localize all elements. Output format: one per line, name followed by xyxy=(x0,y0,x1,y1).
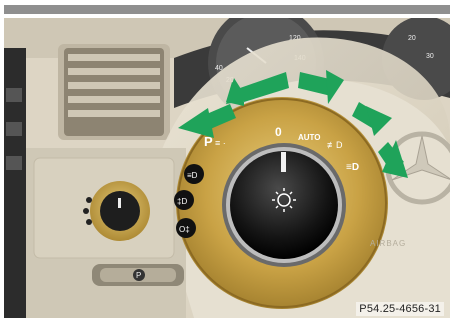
position-auto: AUTO xyxy=(298,133,321,142)
right-gauge-tick-20: 20 xyxy=(408,35,416,42)
grey-header-stripe xyxy=(4,5,450,14)
cockpit-illustration: 40 20 120 140 20 30 P P ≡ · 0 xyxy=(4,18,450,318)
position-high-beam: ≡D xyxy=(346,162,359,173)
headlamp-switch-photo: 40 20 120 140 20 30 P P ≡ · 0 xyxy=(4,18,450,318)
parking-brake-release: P xyxy=(92,264,184,286)
knob-pointer xyxy=(281,152,286,172)
air-vent xyxy=(58,44,170,140)
svg-text:‡D: ‡D xyxy=(177,197,187,206)
right-gauge-tick-30: 30 xyxy=(426,53,434,60)
svg-text:≡ ·: ≡ · xyxy=(215,138,226,148)
position-off: 0 xyxy=(275,125,282,139)
headlamp-rotary-knob xyxy=(222,143,346,267)
airbag-label: AIRBAG xyxy=(370,239,406,248)
svg-text:O‡: O‡ xyxy=(179,225,190,234)
top-banner xyxy=(0,0,454,18)
svg-text:P: P xyxy=(136,271,141,280)
svg-text:≡D: ≡D xyxy=(187,171,198,180)
image-code-label: P54.25-4656-31 xyxy=(356,302,444,316)
low-beam-icon: ≢D xyxy=(327,140,343,150)
